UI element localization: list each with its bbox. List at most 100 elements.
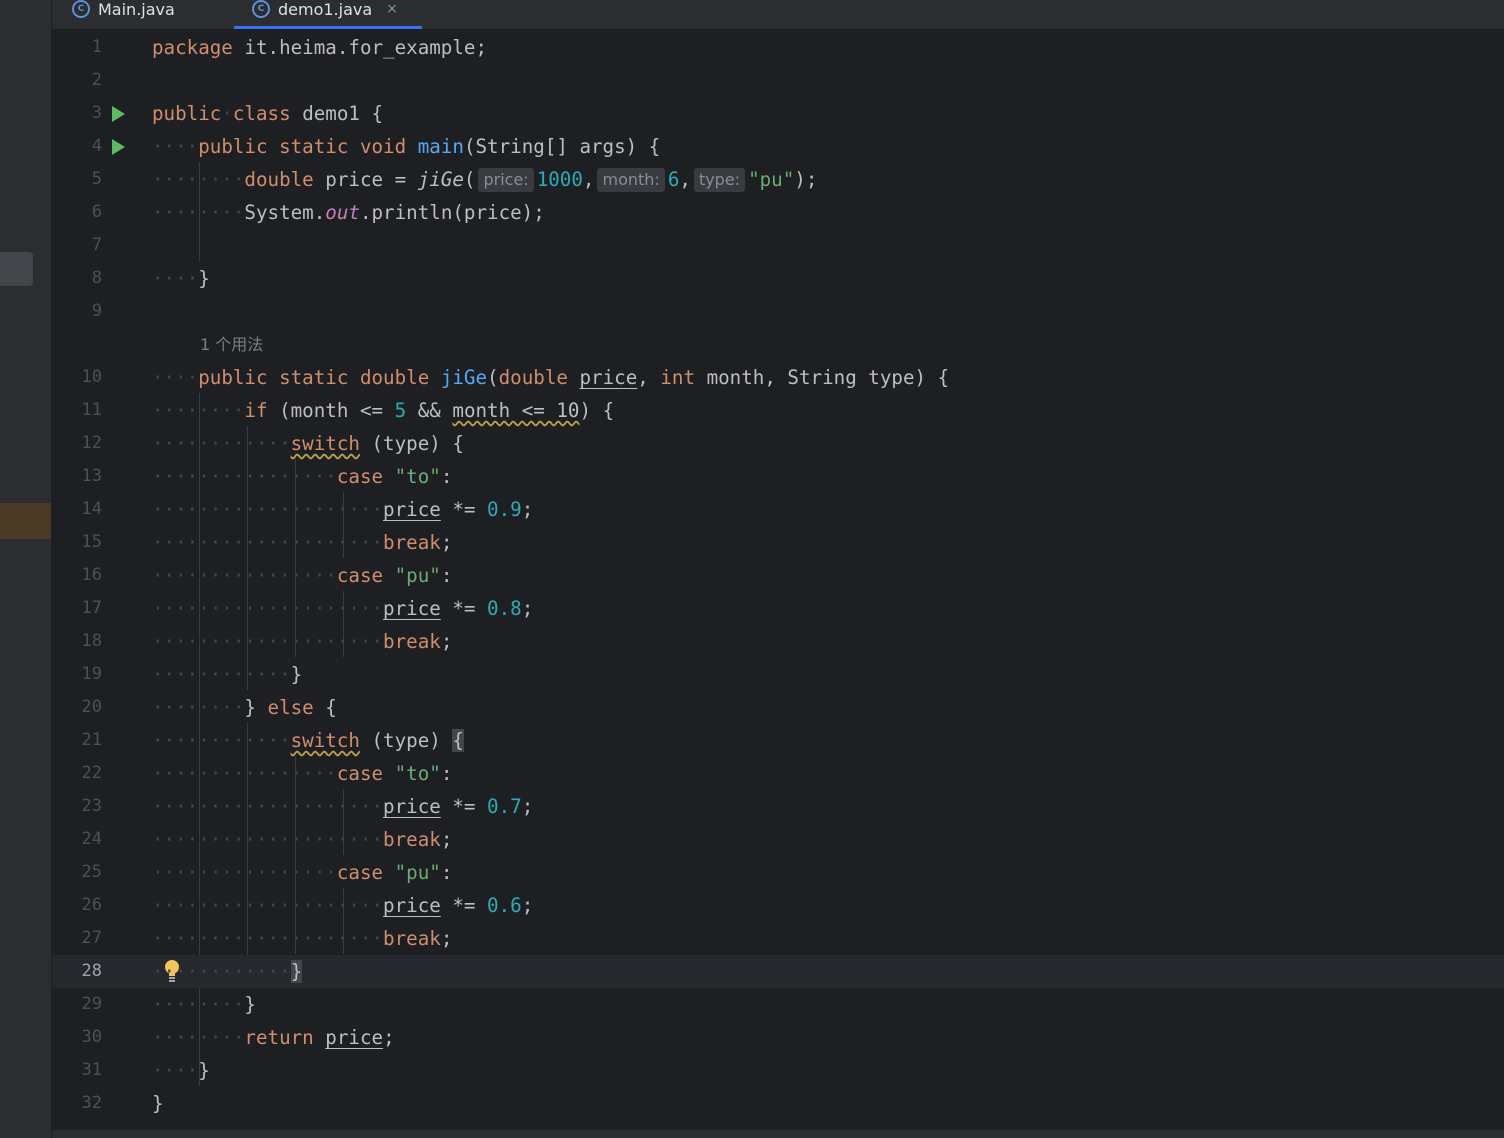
code-line[interactable]: 23 ····················price *= 0.7; (52, 790, 1504, 823)
parameter-hint: month: (597, 168, 665, 192)
code-text: ····} (152, 267, 210, 290)
code-text: ············} (152, 663, 303, 686)
code-text: ············switch (type) { (152, 432, 464, 455)
code-line[interactable]: 13 ················case "to": (52, 460, 1504, 493)
line-number: 8 (91, 268, 102, 288)
code-line[interactable]: 22 ················case "to": (52, 757, 1504, 790)
line-number: 17 (81, 598, 102, 618)
line-number: 28 (81, 961, 102, 981)
close-tab-icon[interactable]: × (386, 1, 398, 17)
code-line[interactable]: 19 ············} (52, 658, 1504, 691)
line-number: 25 (81, 862, 102, 882)
code-line[interactable]: 25 ················case "pu": (52, 856, 1504, 889)
code-line[interactable]: 10 ····public static double jiGe(double … (52, 361, 1504, 394)
line-number: 19 (81, 664, 102, 684)
code-line[interactable]: 27 ····················break; (52, 922, 1504, 955)
line-number: 15 (81, 532, 102, 552)
parameter-hint: type: (693, 168, 746, 192)
code-line[interactable]: 16 ················case "pu": (52, 559, 1504, 592)
code-line[interactable]: 30 ········return price; (52, 1021, 1504, 1054)
code-line[interactable]: 8 ····} (52, 262, 1504, 295)
code-line[interactable]: 21 ············switch (type) { (52, 724, 1504, 757)
code-text: ····················price *= 0.6; (152, 894, 534, 917)
code-line[interactable]: 12 ············switch (type) { (52, 427, 1504, 460)
code-line[interactable]: 29 ········} (52, 988, 1504, 1021)
code-text: } (152, 1092, 164, 1115)
line-number: 4 (91, 136, 102, 156)
code-line[interactable]: 7 (52, 229, 1504, 262)
code-text: ········if (month <= 5 && month <= 10) { (152, 399, 615, 422)
code-line[interactable]: 4 ····public static void main(String[] a… (52, 130, 1504, 163)
line-number: 12 (81, 433, 102, 453)
line-number: 26 (81, 895, 102, 915)
code-line[interactable]: 14 ····················price *= 0.9; (52, 493, 1504, 526)
code-text: ················case "to": (152, 465, 453, 488)
code-text: ········} else { (152, 696, 337, 719)
line-number: 13 (81, 466, 102, 486)
code-line[interactable]: 2 (52, 64, 1504, 97)
code-line[interactable]: 9 (52, 295, 1504, 328)
code-text: ········return price; (152, 1026, 395, 1049)
code-line[interactable]: 17 ····················price *= 0.8; (52, 592, 1504, 625)
line-number: 2 (91, 70, 102, 90)
code-text: ············} (152, 960, 303, 983)
code-line[interactable]: 5 ········double price = jiGe(price: 1000… (52, 163, 1504, 196)
code-line[interactable]: 3 public·class demo1 { (52, 97, 1504, 130)
code-editor[interactable]: 1 package it.heima.for_example; 2 3 publ… (52, 30, 1504, 1130)
project-tool-button[interactable] (0, 252, 33, 286)
line-number: 21 (81, 730, 102, 750)
usages-hint[interactable]: 1 个用法 (200, 328, 263, 361)
horizontal-scrollbar[interactable] (52, 1130, 1504, 1138)
tab-main-java[interactable]: C Main.java (72, 0, 175, 27)
code-text: ····················price *= 0.8; (152, 597, 534, 620)
code-line[interactable]: 31 ····} (52, 1054, 1504, 1087)
code-text: ········double price = jiGe(price: 1000, m… (152, 168, 818, 192)
line-number: 23 (81, 796, 102, 816)
run-icon[interactable] (112, 106, 125, 122)
line-number: 31 (81, 1060, 102, 1080)
code-line[interactable]: 26 ····················price *= 0.6; (52, 889, 1504, 922)
code-text: ········System.out.println(price); (152, 201, 545, 224)
code-line[interactable]: 24 ····················break; (52, 823, 1504, 856)
code-line[interactable]: 20 ········} else { (52, 691, 1504, 724)
code-line[interactable]: 6 ········System.out.println(price); (52, 196, 1504, 229)
line-number: 29 (81, 994, 102, 1014)
line-number: 1 (91, 37, 102, 57)
run-icon[interactable] (112, 139, 125, 155)
code-text: ············switch (type) { (152, 729, 464, 752)
tab-label: demo1.java (278, 0, 373, 19)
line-number: 5 (91, 169, 102, 189)
line-number: 14 (81, 499, 102, 519)
java-class-icon: C (72, 0, 90, 18)
line-number: 22 (81, 763, 102, 783)
tool-window-strip (0, 0, 52, 1138)
code-text: ····················break; (152, 630, 453, 653)
code-text: ····} (152, 1059, 210, 1082)
code-text: ····················break; (152, 531, 453, 554)
code-text: ········} (152, 993, 256, 1016)
code-line-current[interactable]: 28 ············} (52, 955, 1504, 988)
code-line[interactable]: 18 ····················break; (52, 625, 1504, 658)
line-number: 30 (81, 1027, 102, 1047)
line-number: 18 (81, 631, 102, 651)
code-text: ····public static void main(String[] arg… (152, 135, 661, 158)
code-line[interactable]: 32 } (52, 1087, 1504, 1120)
code-text: package it.heima.for_example; (152, 36, 488, 59)
line-number: 24 (81, 829, 102, 849)
highlighted-tool-button[interactable] (0, 503, 51, 539)
code-line[interactable]: 15 ····················break; (52, 526, 1504, 559)
code-line[interactable]: 1 package it.heima.for_example; (52, 31, 1504, 64)
line-number: 9 (91, 301, 102, 321)
parameter-hint: price: (478, 168, 534, 192)
line-number: 20 (81, 697, 102, 717)
code-text: ················case "pu": (152, 564, 453, 587)
tab-demo1-java[interactable]: C demo1.java × (234, 0, 422, 29)
code-text: ····················break; (152, 828, 453, 851)
line-number: 27 (81, 928, 102, 948)
usage-inlay-row: 1 个用法 (52, 328, 1504, 361)
code-text: ····················price *= 0.7; (152, 795, 534, 818)
code-text: ····················break; (152, 927, 453, 950)
code-line[interactable]: 11 ········if (month <= 5 && month <= 10… (52, 394, 1504, 427)
line-number: 6 (91, 202, 102, 222)
tab-label: Main.java (98, 0, 175, 19)
